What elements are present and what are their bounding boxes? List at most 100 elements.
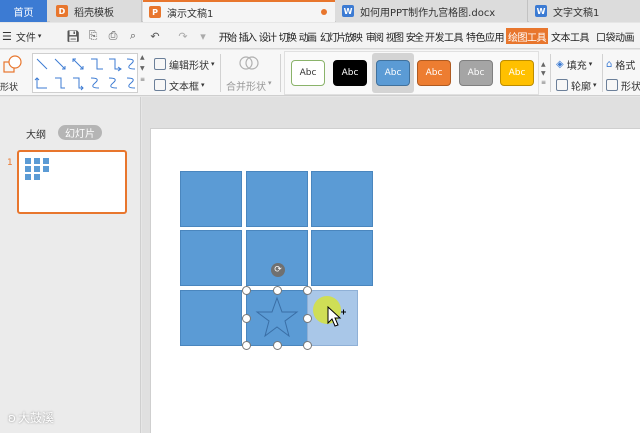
grid-cell[interactable]: [246, 230, 308, 286]
slides-tab[interactable]: 幻灯片: [58, 125, 102, 140]
gallery-scrollbar[interactable]: ▲ ▼ ≡: [140, 54, 148, 92]
shape-style-swatch[interactable]: Abc: [291, 60, 325, 86]
format-brush-icon: ⌂: [606, 58, 613, 70]
thumbnail-cell: [33, 173, 41, 181]
ribbon-tab-view[interactable]: 视图: [384, 28, 404, 44]
shape-style-swatch[interactable]: Abc: [459, 60, 493, 86]
fill-button[interactable]: ◈ 填充 ▾: [556, 56, 592, 72]
ribbon-tab-label: 动画: [298, 32, 317, 44]
rotate-handle-icon[interactable]: ⟳: [271, 263, 285, 277]
insert-shape-button[interactable]: 形状: [0, 50, 28, 96]
drawing-tools-ribbon: 形状 ▲ ▼ ≡ 编辑形状 ▾ 文本框 ▾ 合并形状 ▾ Abc Abc Abc…: [0, 50, 640, 96]
watermark-logo-icon: ʚ: [8, 410, 16, 425]
outline-label: 轮廓: [571, 81, 591, 93]
tab-presentation-1[interactable]: P 演示文稿1: [143, 0, 335, 22]
thumbnail-cell: [33, 165, 41, 173]
mouse-pointer-icon: [327, 306, 346, 327]
grid-cell[interactable]: [311, 230, 373, 286]
grid-cell[interactable]: [180, 230, 242, 286]
ribbon-tab-label: 插入: [238, 32, 257, 44]
tab-docer-template[interactable]: D 稻壳模板: [50, 0, 142, 22]
undo-icon[interactable]: ↶: [148, 29, 162, 43]
slide-thumbnail[interactable]: [17, 150, 127, 214]
resize-handle[interactable]: [303, 286, 312, 295]
ribbon-tab-animation[interactable]: 动画: [297, 28, 317, 44]
slide-editing-canvas[interactable]: ⟳: [142, 97, 640, 433]
tab-docx-file[interactable]: W 如何用PPT制作九宫格图.docx: [336, 0, 528, 22]
line-shapes-gallery[interactable]: [32, 53, 138, 93]
ribbon-tab-security[interactable]: 安全: [404, 28, 424, 44]
ribbon-tab-drawing-tools[interactable]: 绘图工具: [506, 28, 548, 44]
view-switch-tabs: 大纲 幻灯片: [0, 124, 141, 142]
edit-shape-button[interactable]: 编辑形状 ▾: [154, 56, 215, 72]
ribbon-divider: [220, 54, 221, 92]
grid-cell[interactable]: [311, 171, 373, 227]
shape-style-swatch[interactable]: Abc: [376, 60, 410, 86]
ribbon-tab-insert[interactable]: 插入: [237, 28, 257, 44]
shape-effect-label: 形状: [621, 81, 640, 93]
grid-cell[interactable]: [180, 171, 242, 227]
style-label: Abc: [299, 68, 317, 78]
ribbon-tab-review[interactable]: 审阅: [364, 28, 384, 44]
print-preview-icon[interactable]: ⌕: [126, 29, 140, 43]
ribbon-tab-label: 审阅: [365, 32, 384, 44]
ribbon-tab-pocket-animation[interactable]: 口袋动画: [592, 28, 638, 44]
resize-handle[interactable]: [303, 314, 312, 323]
slide-navigation-pane: 大纲 幻灯片 1 ʚ 大鼓溪: [0, 97, 141, 433]
chevron-up-icon: ▲: [140, 54, 145, 61]
edit-shape-label: 编辑形状: [169, 60, 209, 72]
style-gallery-scroll[interactable]: ▲ ▼ ≡: [541, 60, 546, 87]
chevron-down-icon[interactable]: ▾: [196, 29, 210, 43]
save-icon[interactable]: 💾︎: [66, 29, 80, 43]
ribbon-tab-label: 绘图工具: [508, 32, 547, 44]
ribbon-tab-developer[interactable]: 开发工具: [424, 28, 464, 44]
watermark: ʚ 大鼓溪: [8, 409, 54, 426]
ribbon-divider: [550, 54, 551, 92]
edit-shape-icon: [154, 58, 166, 70]
ribbon-tab-transition[interactable]: 切换: [277, 28, 297, 44]
thumbnail-cell: [24, 165, 32, 173]
text-box-button[interactable]: 文本框 ▾: [154, 77, 205, 93]
shape-effect-button[interactable]: 形状: [606, 77, 640, 93]
chevron-down-icon: ▼: [140, 65, 145, 72]
ribbon-tab-text-tools[interactable]: 文本工具: [550, 28, 590, 44]
ribbon-tab-features[interactable]: 特色应用: [465, 28, 505, 44]
ribbon-tab-home[interactable]: 开始: [217, 28, 237, 44]
shape-style-swatch[interactable]: Abc: [333, 60, 367, 86]
tab-text-document-1[interactable]: W 文字文稿1: [529, 0, 640, 22]
print-icon[interactable]: ⎙: [106, 29, 120, 43]
file-menu-label: 文件: [15, 32, 36, 44]
export-pdf-icon[interactable]: ⎘: [86, 29, 100, 43]
chevron-down-icon: ▾: [268, 79, 272, 87]
chevron-down-icon: ▾: [201, 81, 205, 89]
file-menu[interactable]: ☰ 文件 ▾: [2, 23, 56, 49]
shape-icon: [3, 55, 22, 73]
ribbon-divider: [602, 54, 603, 92]
resize-handle[interactable]: [242, 341, 251, 350]
merge-shape-button[interactable]: 合并形状 ▾: [226, 54, 274, 94]
shape-style-swatch[interactable]: Abc: [417, 60, 451, 86]
format-button[interactable]: ⌂ 格式: [606, 56, 635, 72]
slide[interactable]: ⟳: [150, 128, 640, 433]
resize-handle[interactable]: [273, 286, 282, 295]
ribbon-tab-design[interactable]: 设计: [257, 28, 277, 44]
word-icon: W: [342, 5, 354, 17]
grid-cell[interactable]: [246, 171, 308, 227]
resize-handle[interactable]: [242, 286, 251, 295]
resize-handle[interactable]: [242, 314, 251, 323]
resize-handle[interactable]: [273, 341, 282, 350]
thumbnail-cell: [33, 157, 41, 165]
grid-cell[interactable]: [180, 290, 242, 346]
tab-home[interactable]: 首页: [0, 0, 47, 22]
chevron-down-icon: ▾: [588, 60, 593, 68]
ribbon-tab-slideshow[interactable]: 幻灯片放映: [317, 28, 364, 44]
redo-icon[interactable]: ↷: [176, 29, 190, 43]
outline-button[interactable]: 轮廓 ▾: [556, 77, 597, 93]
word-icon: W: [535, 5, 547, 17]
resize-handle[interactable]: [303, 341, 312, 350]
shape-effect-icon: [606, 79, 618, 91]
grid-cell-selected[interactable]: [246, 290, 308, 346]
outline-tab[interactable]: 大纲: [26, 126, 46, 141]
shape-style-swatch[interactable]: Abc: [500, 60, 534, 86]
format-label: 格式: [615, 60, 636, 72]
